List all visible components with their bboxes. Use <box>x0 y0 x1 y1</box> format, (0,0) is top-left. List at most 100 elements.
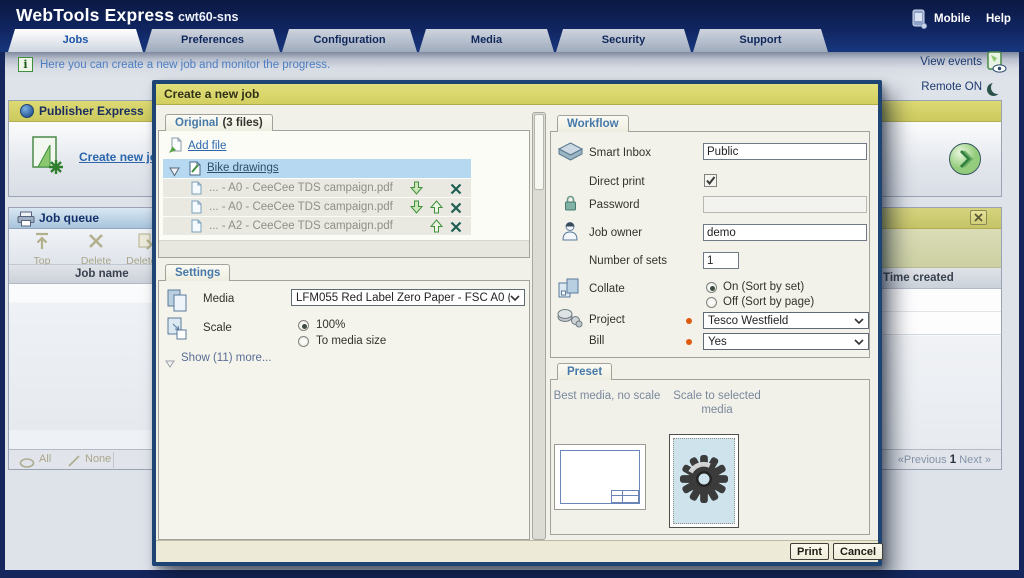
help-link[interactable]: Help <box>986 13 1011 25</box>
sets-label: Number of sets <box>589 255 667 267</box>
webtools-express-app: WebTools Express cwt60-sns Mobile Help J… <box>0 0 1024 578</box>
create-job-dialog: Create a new job Original(3 files) Add f… <box>152 80 882 566</box>
smart-inbox-label: Smart Inbox <box>589 147 651 159</box>
publisher-express-title: Publisher Express <box>39 104 144 118</box>
preset-scale-thumbnail[interactable] <box>669 434 739 528</box>
person-icon <box>561 221 579 246</box>
file-group-link[interactable]: Bike drawings <box>207 162 279 174</box>
workflow-section: Workflow Smart Inbox Direct print Passwo… <box>550 131 870 358</box>
show-more-triangle-icon[interactable] <box>165 355 175 373</box>
print-button[interactable]: Print <box>790 543 829 560</box>
select-none-icon[interactable] <box>67 454 81 472</box>
add-file-icon <box>169 137 183 159</box>
password-input <box>703 196 867 213</box>
remote-toggle-link[interactable]: Remote ON <box>921 81 982 93</box>
tab-original[interactable]: Original(3 files) <box>165 114 273 131</box>
move-up-icon[interactable] <box>430 219 443 238</box>
job-owner-label: Job owner <box>589 227 642 239</box>
pagination-previous[interactable]: «Previous <box>898 454 947 466</box>
move-top-icon <box>33 237 51 254</box>
smart-inbox-input[interactable] <box>703 143 867 160</box>
file-row[interactable]: ... - A0 - CeeCee TDS campaign.pdf <box>163 198 471 216</box>
smart-inbox-icon <box>557 141 584 167</box>
direct-print-label: Direct print <box>589 176 645 188</box>
chevron-down-icon <box>854 312 864 330</box>
show-more-link[interactable]: Show (11) more... <box>181 352 272 364</box>
job-queue-title: Job queue <box>39 211 99 225</box>
collate-off-radio[interactable] <box>706 297 717 308</box>
pagination-next[interactable]: Next » <box>959 454 991 466</box>
project-select[interactable]: Tesco Westfield <box>703 312 869 329</box>
file-group-row[interactable]: Bike drawings <box>163 159 471 178</box>
tab-workflow[interactable]: Workflow <box>557 115 629 132</box>
tab-settings[interactable]: Settings <box>165 264 230 281</box>
pagination-page[interactable]: 1 <box>950 454 956 466</box>
scrollbar-thumb[interactable] <box>534 114 544 190</box>
scale-to-media-radio[interactable] <box>298 336 309 347</box>
gear-icon <box>679 454 729 509</box>
preset-option2-label: Scale to selected media <box>665 389 769 417</box>
view-events-icon[interactable] <box>985 51 1008 79</box>
green-chevron-circle-icon[interactable] <box>947 141 983 182</box>
top-button[interactable]: Top <box>17 232 67 267</box>
footer-divider <box>113 452 114 468</box>
cancel-button[interactable]: Cancel <box>833 543 883 560</box>
tab-preferences[interactable]: Preferences <box>145 29 280 52</box>
sets-input[interactable] <box>703 252 739 269</box>
tab-support[interactable]: Support <box>693 29 828 52</box>
file-row[interactable]: ... - A0 - CeeCee TDS campaign.pdf <box>163 179 471 197</box>
add-file-link[interactable]: Add file <box>188 140 226 152</box>
view-events-link[interactable]: View events <box>920 56 982 68</box>
scale-to-media-label[interactable]: To media size <box>316 335 386 347</box>
pagination: «Previous 1 Next » <box>898 454 991 466</box>
media-label: Media <box>203 293 234 305</box>
media-select[interactable]: LFM055 Red Label Zero Paper - FSC A0 (84… <box>291 289 525 306</box>
dialog-footer: Print Cancel <box>156 540 878 562</box>
tab-security[interactable]: Security <box>556 29 691 52</box>
collate-off-label[interactable]: Off (Sort by page) <box>723 296 814 308</box>
project-select-value: Tesco Westfield <box>708 315 788 327</box>
tab-media[interactable]: Media <box>419 29 554 52</box>
dialog-title: Create a new job <box>164 87 259 101</box>
info-banner-text: Here you can create a new job and monito… <box>40 59 330 71</box>
project-label: Project <box>589 314 625 326</box>
project-coins-icon <box>556 308 583 333</box>
scale-100-label[interactable]: 100% <box>316 319 345 331</box>
file-row[interactable]: ... - A2 - CeeCee TDS campaign.pdf <box>163 217 471 235</box>
column-job-name[interactable]: Job name <box>75 268 129 280</box>
scale-100-radio[interactable] <box>298 320 309 331</box>
delete-button[interactable]: Delete <box>71 232 121 267</box>
tab-preset-label: Preset <box>567 366 602 378</box>
file-name: ... - A2 - CeeCee TDS campaign.pdf <box>209 220 393 232</box>
close-icon[interactable] <box>970 210 987 225</box>
scale-label: Scale <box>203 322 232 334</box>
scale-icon <box>167 317 188 345</box>
direct-print-checkbox[interactable] <box>704 174 717 187</box>
crescent-moon-icon[interactable] <box>991 81 1004 94</box>
preset-best-media-thumbnail[interactable] <box>554 444 646 510</box>
settings-section: Settings Media LFM055 Red Label Zero Pap… <box>158 280 530 540</box>
tab-jobs[interactable]: Jobs <box>8 29 143 52</box>
column-time-created[interactable]: Time created <box>883 272 954 284</box>
preset-section: Preset Best media, no scale Scale to sel… <box>550 379 870 535</box>
bill-select[interactable]: Yes <box>703 333 869 350</box>
select-all-icon[interactable] <box>19 455 35 473</box>
preset-option1-label: Best media, no scale <box>551 389 663 403</box>
tab-original-label: Original <box>175 117 218 129</box>
tab-preset[interactable]: Preset <box>557 363 612 380</box>
chevron-down-icon <box>510 289 520 307</box>
remove-file-icon[interactable] <box>450 220 462 238</box>
collate-on-radio[interactable] <box>706 282 717 293</box>
original-box-footer <box>159 240 529 257</box>
drawing-document-icon <box>189 161 201 181</box>
select-none-label[interactable]: None <box>85 453 111 465</box>
mobile-link[interactable]: Mobile <box>934 13 970 25</box>
collate-on-label[interactable]: On (Sort by set) <box>723 281 804 293</box>
dialog-scrollbar[interactable] <box>532 112 546 540</box>
select-all-label[interactable]: All <box>39 453 51 465</box>
tab-configuration[interactable]: Configuration <box>282 29 417 52</box>
media-icon <box>167 289 188 317</box>
job-owner-input[interactable] <box>703 224 867 241</box>
pdf-document-icon <box>191 219 202 238</box>
new-document-star-icon <box>29 134 67 183</box>
